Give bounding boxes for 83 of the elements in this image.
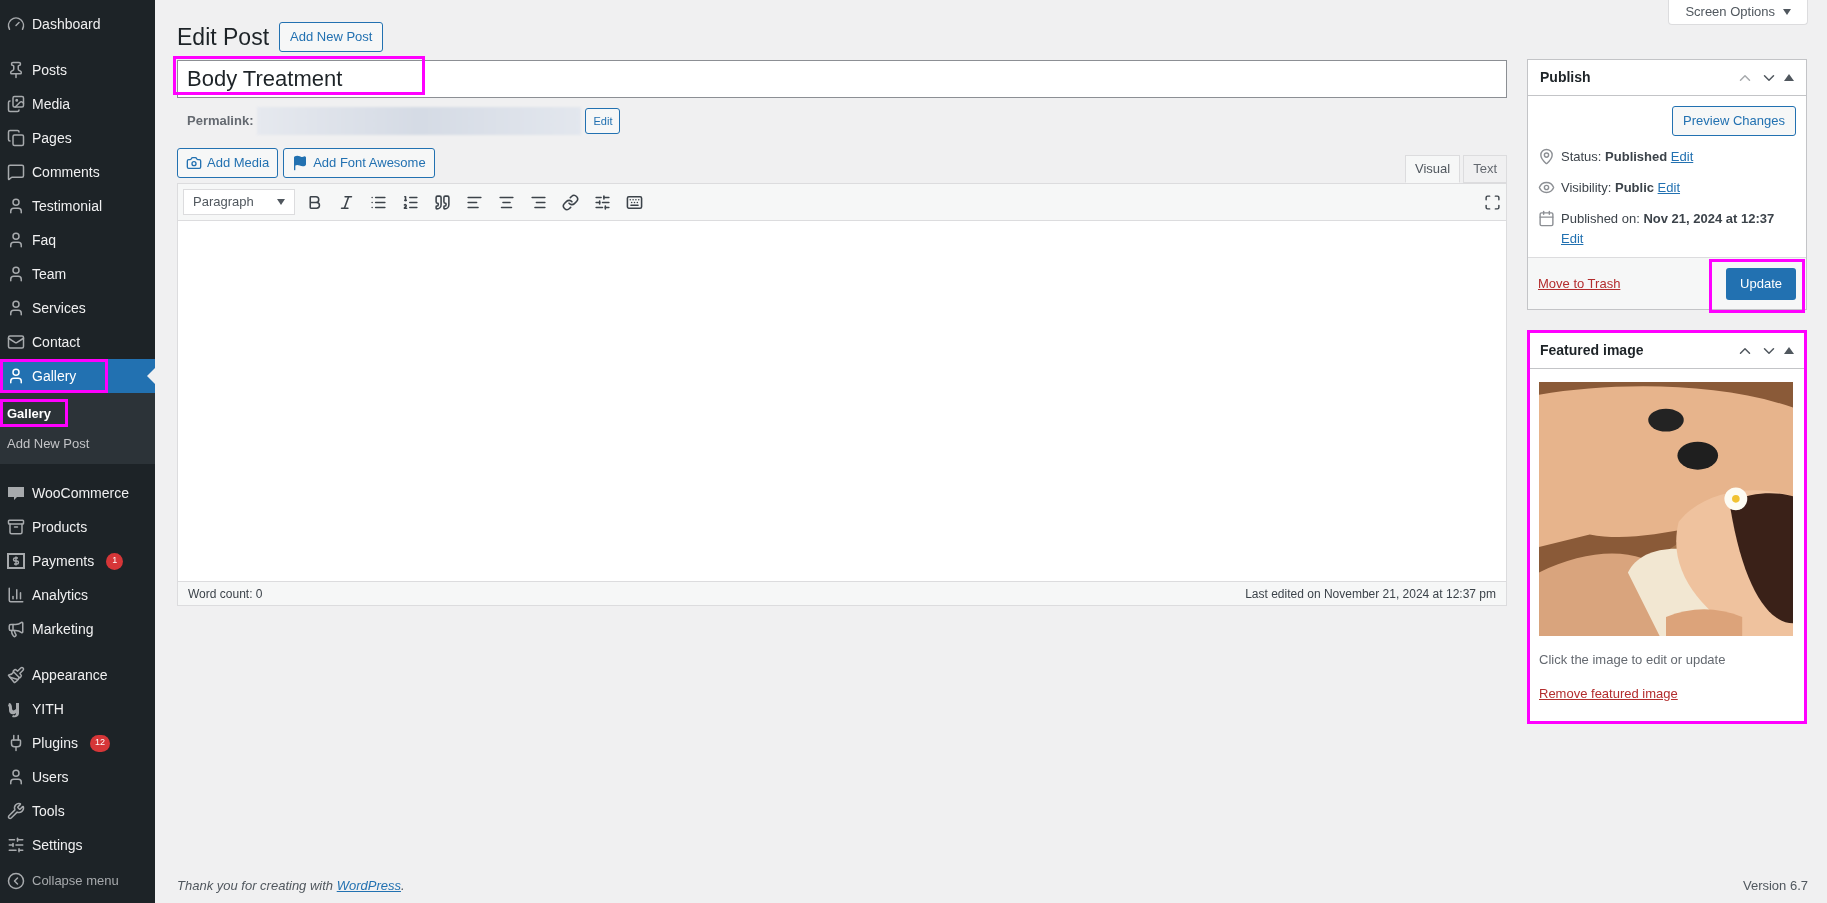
count-badge: 1 <box>106 552 124 570</box>
wordpress-link[interactable]: WordPress <box>336 878 401 894</box>
sidebar-item[interactable]: Tools <box>0 794 155 828</box>
archive-icon <box>6 518 26 536</box>
screen-options-button[interactable]: Screen Options <box>1668 0 1808 25</box>
dropdown-arrow-icon <box>277 199 285 205</box>
publish-detail: Published on: Nov 21, 2024 at 12:37 Edit <box>1561 210 1776 248</box>
sidebar-item[interactable]: Analytics <box>0 578 155 612</box>
word-count: Word count: 0 <box>188 585 263 603</box>
box-title: Publish <box>1540 68 1591 87</box>
footer-text: Thank you for creating with WordPress. <box>177 877 405 896</box>
update-button[interactable]: Update <box>1726 267 1796 300</box>
pointer-triangle-icon <box>147 368 155 384</box>
submenu-item[interactable]: Gallery <box>0 399 155 429</box>
sidebar-item[interactable]: WooCommerce <box>0 476 155 510</box>
bar-chart-icon <box>6 586 26 604</box>
sidebar-item[interactable]: Media <box>0 87 155 121</box>
edit-link[interactable]: Edit <box>1657 180 1680 195</box>
editor-tab[interactable]: Visual <box>1404 155 1461 183</box>
dropdown-arrow-icon <box>1783 9 1791 15</box>
flag-icon <box>292 155 309 171</box>
mail-icon <box>6 333 26 351</box>
brush-icon <box>6 666 26 684</box>
sidebar-item[interactable]: YITH <box>0 692 155 726</box>
collapse-icon <box>6 872 26 890</box>
collapse-triangle-icon[interactable] <box>1784 74 1794 81</box>
page-title: Edit Post <box>177 22 270 52</box>
dashboard-icon <box>6 15 26 33</box>
collapse-triangle-icon[interactable] <box>1784 347 1794 354</box>
dollar-icon <box>6 551 26 571</box>
sidebar-item[interactable]: Marketing <box>0 612 155 646</box>
sidebar-item[interactable]: Plugins 12 <box>0 726 155 760</box>
wrench-icon <box>6 802 26 820</box>
format-dropdown[interactable]: Paragraph <box>183 189 295 215</box>
last-edited: Last edited on November 21, 2024 at 12:37 pm <box>1245 585 1496 603</box>
media-button[interactable]: Add Font Awesome <box>283 148 435 178</box>
sidebar-item[interactable]: Contact <box>0 325 155 359</box>
sidebar-item[interactable]: Testimonial <box>0 189 155 223</box>
move-to-trash-link[interactable]: Move to Trash <box>1538 273 1621 294</box>
fullscreen-icon[interactable] <box>1484 193 1501 211</box>
sidebar-item[interactable]: Users <box>0 760 155 794</box>
publish-detail: Visibility: Public Edit <box>1561 179 1680 197</box>
edit-permalink-button[interactable]: Edit <box>585 108 621 134</box>
title-field[interactable]: Body Treatment <box>177 60 1507 98</box>
media-button[interactable]: Add Media <box>177 148 279 178</box>
camera-icon <box>186 155 202 171</box>
sidebar-item[interactable]: Appearance <box>0 658 155 692</box>
box-title: Featured image <box>1540 341 1644 360</box>
comment-icon <box>6 163 26 181</box>
preview-changes-button[interactable]: Preview Changes <box>1672 106 1796 136</box>
numbered-list-icon[interactable] <box>401 193 419 211</box>
image-hint: Click the image to edit or update <box>1539 651 1727 669</box>
sidebar-item[interactable]: Pages <box>0 121 155 155</box>
sidebar-item[interactable]: Posts <box>0 53 155 87</box>
sidebar-item[interactable]: Comments <box>0 155 155 189</box>
permalink-label: Permalink: <box>187 112 254 131</box>
sidebar-item[interactable]: Team <box>0 257 155 291</box>
megaphone-icon <box>6 620 26 638</box>
pages-icon <box>6 129 26 147</box>
quote-icon[interactable] <box>433 193 451 211</box>
collapse-menu-button[interactable]: Collapse menu <box>0 864 155 898</box>
sidebar-item[interactable]: Settings <box>0 828 155 862</box>
keyboard-icon[interactable] <box>625 193 643 211</box>
eye-icon <box>1538 179 1555 196</box>
editor-tab[interactable]: Text <box>1463 155 1507 183</box>
version-text: Version 6.7 <box>1742 877 1808 896</box>
publish-detail: Status: Published Edit <box>1561 148 1694 166</box>
count-badge: 12 <box>89 734 110 752</box>
calendar-icon <box>1538 210 1555 227</box>
media-icon <box>6 95 26 113</box>
sidebar-item[interactable]: Dashboard <box>0 7 155 41</box>
pin-icon <box>1538 148 1555 165</box>
sidebar-item[interactable]: Services <box>0 291 155 325</box>
remove-featured-image-link[interactable]: Remove featured image <box>1539 683 1795 703</box>
edit-link[interactable]: Edit <box>1561 231 1584 246</box>
sidebar-item[interactable]: Payments 1 <box>0 544 155 578</box>
add-new-post-button[interactable]: Add New Post <box>279 22 384 52</box>
settings-icon <box>6 836 26 854</box>
edit-link[interactable]: Edit <box>1670 149 1694 164</box>
submenu-item[interactable]: Add New Post <box>0 428 155 458</box>
link-icon[interactable] <box>561 193 579 211</box>
sidebar-item[interactable]: Faq <box>0 223 155 257</box>
sidebar-item[interactable]: Products <box>0 510 155 544</box>
